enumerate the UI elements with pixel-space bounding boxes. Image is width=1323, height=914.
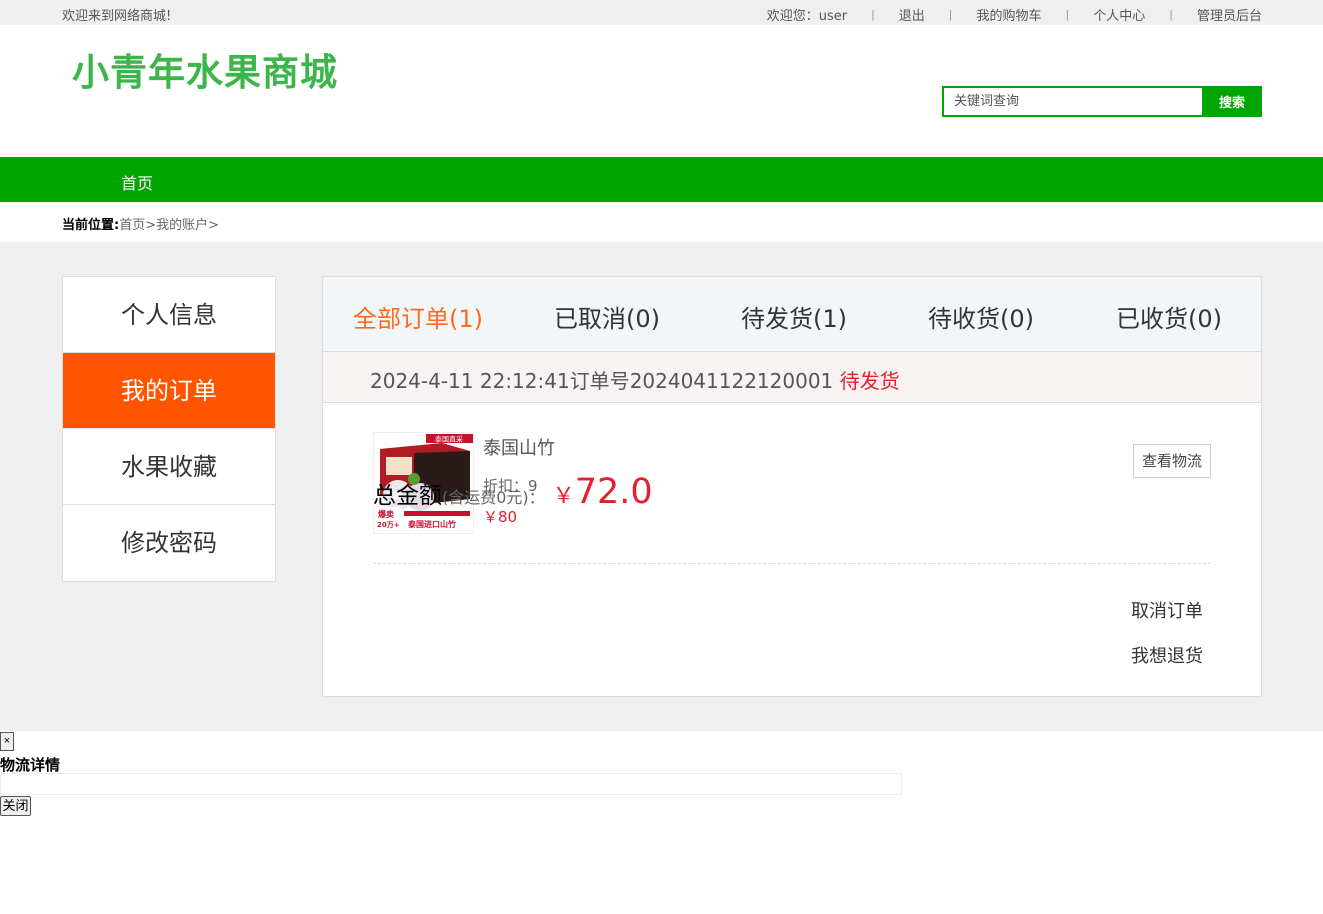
order-number-label: 订单号 bbox=[569, 369, 630, 393]
separator: | bbox=[1169, 8, 1173, 21]
request-return-link[interactable]: 我想退货 bbox=[1131, 642, 1203, 668]
search-bar: 搜索 bbox=[942, 86, 1262, 117]
logistics-modal-title: 物流详情 bbox=[0, 756, 61, 774]
product-name[interactable]: 泰国山竹 bbox=[483, 434, 555, 460]
sidebar-item-favorites[interactable]: 水果收藏 bbox=[63, 429, 275, 505]
nav-home[interactable]: 首页 bbox=[121, 170, 153, 194]
logistics-details-box bbox=[0, 773, 902, 795]
account-sidebar: 个人信息 我的订单 水果收藏 修改密码 bbox=[62, 276, 276, 582]
total-label: 总金额 bbox=[373, 483, 442, 509]
order-total: 总金额(含运费0元)： ￥72.0 bbox=[373, 472, 653, 512]
tab-received[interactable]: 已收货(0) bbox=[1116, 299, 1222, 334]
divider bbox=[373, 563, 1211, 564]
tab-cancelled[interactable]: 已取消(0) bbox=[554, 299, 660, 334]
sidebar-item-profile[interactable]: 个人信息 bbox=[63, 277, 275, 353]
content-area: 个人信息 我的订单 水果收藏 修改密码 全部订单(1) 已取消(0) 待发货(1… bbox=[0, 242, 1323, 731]
profile-link[interactable]: 个人中心 bbox=[1093, 5, 1145, 24]
breadcrumb-home[interactable]: 首页 bbox=[119, 218, 145, 233]
breadcrumb-account[interactable]: 我的账户 bbox=[156, 218, 208, 233]
image-tag-direct: 泰国直采 bbox=[435, 435, 463, 444]
order-datetime: 2024-4-11 22:12:41 bbox=[370, 369, 570, 393]
search-input[interactable] bbox=[942, 86, 1202, 117]
separator: | bbox=[948, 8, 953, 21]
search-button[interactable]: 搜索 bbox=[1202, 86, 1262, 117]
sidebar-item-password[interactable]: 修改密码 bbox=[63, 505, 275, 581]
cart-link[interactable]: 我的购物车 bbox=[977, 5, 1042, 24]
total-currency: ￥ bbox=[552, 484, 575, 509]
view-logistics-button[interactable]: 查看物流 bbox=[1133, 444, 1211, 478]
breadcrumb-separator: > bbox=[208, 218, 220, 233]
sidebar-item-orders[interactable]: 我的订单 bbox=[63, 353, 275, 429]
cancel-order-link[interactable]: 取消订单 bbox=[1131, 597, 1203, 623]
admin-link[interactable]: 管理员后台 bbox=[1197, 5, 1262, 24]
top-links: 欢迎您：user | 退出 | 我的购物车 | 个人中心 | 管理员后台 bbox=[767, 5, 1262, 24]
image-tag-sold: 20万+ bbox=[377, 521, 400, 529]
main-nav: 首页 bbox=[0, 157, 1323, 202]
tab-pending-shipment[interactable]: 待发货(1) bbox=[741, 299, 847, 334]
order-header: 2024-4-11 22:12:41订单号2024041122120001 待发… bbox=[323, 352, 1261, 403]
breadcrumb-separator: > bbox=[145, 218, 157, 233]
logout-link[interactable]: 退出 bbox=[899, 5, 925, 24]
tab-all-orders[interactable]: 全部订单(1) bbox=[353, 299, 483, 334]
breadcrumb-label: 当前位置: bbox=[62, 218, 120, 233]
order-info: 2024-4-11 22:12:41订单号2024041122120001 待发… bbox=[370, 365, 900, 394]
separator: | bbox=[1065, 8, 1070, 21]
total-note: (含运费0元)： bbox=[442, 488, 545, 507]
breadcrumb: 当前位置:首页>我的账户> bbox=[62, 214, 219, 233]
order-tabs: 全部订单(1) 已取消(0) 待发货(1) 待收货(0) 已收货(0) bbox=[323, 277, 1261, 352]
orders-panel: 全部订单(1) 已取消(0) 待发货(1) 待收货(0) 已收货(0) 2024… bbox=[322, 276, 1262, 697]
image-tag-name: 泰国进口山竹 bbox=[407, 519, 456, 529]
separator: | bbox=[871, 8, 875, 21]
order-number: 2024041122120001 bbox=[629, 369, 834, 393]
welcome-text: 欢迎来到网络商城! bbox=[62, 9, 172, 24]
modal-close-icon[interactable]: × bbox=[0, 732, 14, 751]
total-amount: 72.0 bbox=[574, 472, 653, 512]
order-status: 待发货 bbox=[839, 369, 900, 393]
top-bar: 欢迎来到网络商城! 欢迎您：user | 退出 | 我的购物车 | 个人中心 |… bbox=[0, 0, 1323, 25]
site-logo[interactable]: 小青年水果商城 bbox=[72, 42, 338, 96]
user-greeting: 欢迎您：user bbox=[766, 9, 848, 24]
modal-close-button[interactable]: 关闭 bbox=[0, 796, 31, 816]
tab-pending-receipt[interactable]: 待收货(0) bbox=[928, 299, 1034, 334]
